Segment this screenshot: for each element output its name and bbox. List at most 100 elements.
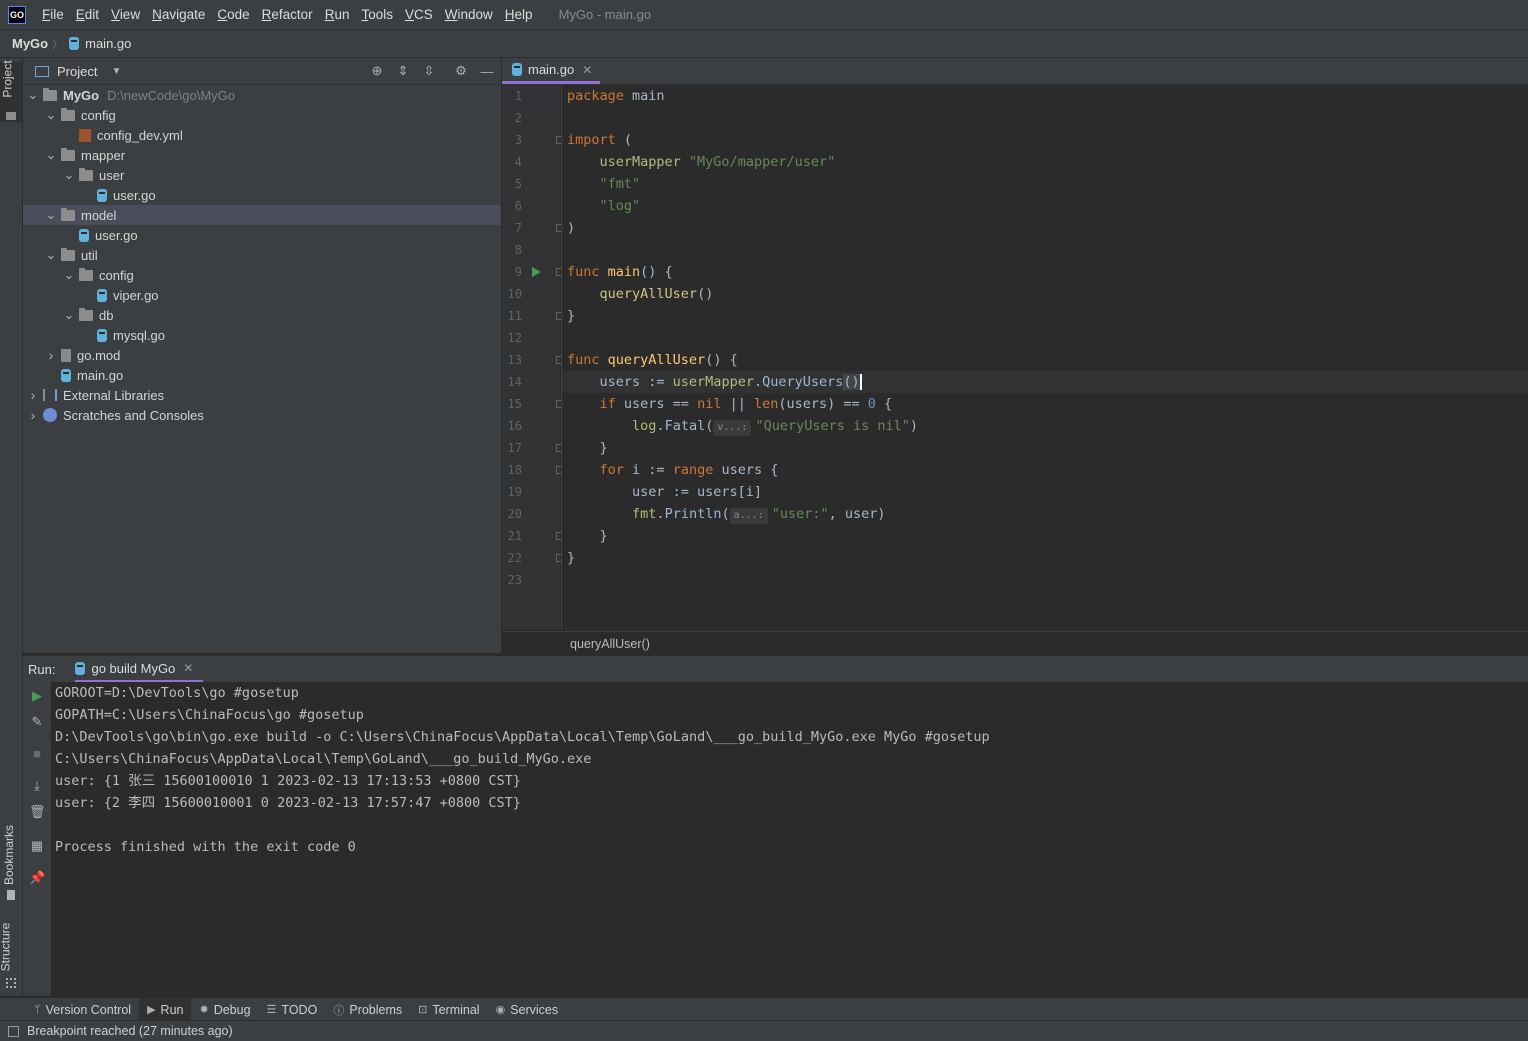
menu-run[interactable]: Run — [319, 0, 356, 29]
yml-file-icon — [79, 128, 91, 142]
breadcrumb-project[interactable]: MyGo — [12, 36, 48, 51]
chevron-down-icon[interactable]: ⌄ — [45, 208, 57, 221]
collapse-all-icon[interactable]: ⇳ — [421, 63, 437, 79]
scroll-to-end-icon[interactable]: ⤓ — [29, 778, 45, 794]
stop-icon[interactable]: ■ — [29, 746, 45, 762]
parameter-hint: a...: — [729, 508, 768, 524]
toolwindow-todo[interactable]: ☰ TODO — [259, 998, 326, 1021]
tree-item-label: mapper — [81, 147, 126, 163]
toolwindow-label: Debug — [213, 1002, 251, 1017]
line-number: 7 — [514, 221, 522, 235]
menu-mnemonic: E — [75, 7, 85, 22]
menu-help[interactable]: Help — [499, 0, 539, 29]
chevron-right-icon[interactable]: › — [27, 387, 39, 403]
menu-vcs[interactable]: VCS — [399, 0, 439, 29]
tree-item[interactable]: config_dev.yml — [23, 125, 501, 145]
status-message: Breakpoint reached (27 minutes ago) — [27, 1024, 233, 1038]
close-icon[interactable]: ✕ — [183, 661, 193, 675]
chevron-down-icon[interactable]: ▼ — [111, 66, 121, 77]
run-console-output[interactable]: GOROOT=D:\DevTools\go #gosetup GOPATH=C:… — [52, 682, 1528, 996]
toolwindow-terminal[interactable]: ⊡ Terminal — [410, 998, 487, 1021]
toolwindow-version-control[interactable]: ᛘ Version Control — [26, 998, 139, 1021]
menu-navigate[interactable]: Navigate — [146, 0, 211, 29]
tree-item[interactable]: user.go — [23, 225, 501, 245]
project-panel-title[interactable]: Project — [57, 64, 97, 79]
status-toggle-icon[interactable] — [8, 1025, 19, 1037]
close-icon[interactable]: ✕ — [582, 63, 592, 77]
tree-item[interactable]: user.go — [23, 185, 501, 205]
tree-item[interactable]: ⌄ model — [23, 205, 501, 225]
editor-breadcrumb-function[interactable]: queryAllUser() — [570, 637, 650, 651]
gear-icon[interactable]: ⚙ — [453, 63, 469, 79]
tree-item[interactable]: ⌄ config — [23, 105, 501, 125]
chevron-down-icon[interactable]: ⌄ — [45, 148, 57, 161]
menu-edit[interactable]: Edit — [70, 0, 105, 29]
wrench-icon[interactable]: ✎ — [29, 714, 45, 730]
menu-refactor[interactable]: Refactor — [256, 0, 319, 29]
code-editor[interactable]: package main import ( userMapper "MyGo/m… — [561, 85, 1528, 630]
code-line-17: } — [567, 440, 608, 456]
tree-item[interactable]: mysql.go — [23, 325, 501, 345]
tree-item[interactable]: ⌄ user — [23, 165, 501, 185]
chevron-down-icon[interactable]: ⌄ — [45, 108, 57, 121]
pin-icon[interactable]: 📌 — [29, 870, 45, 886]
tree-item[interactable]: › External Libraries — [23, 385, 501, 405]
tree-item[interactable]: viper.go — [23, 285, 501, 305]
breadcrumb-file[interactable]: main.go — [85, 36, 131, 51]
run-gutter-icon[interactable] — [532, 267, 541, 277]
menu-view[interactable]: View — [105, 0, 146, 29]
tree-item[interactable]: ⌄ util — [23, 245, 501, 265]
menu-mnemonic: R — [324, 7, 335, 22]
line-number: 4 — [514, 155, 522, 169]
toolwindow-debug[interactable]: ✹ Debug — [191, 998, 258, 1021]
chevron-down-icon[interactable]: ⌄ — [45, 248, 57, 261]
tree-item[interactable]: main.go — [23, 365, 501, 385]
go-file-icon — [79, 228, 89, 242]
navigation-bar: MyGo 〉 main.go — [0, 30, 1528, 58]
tree-item[interactable]: › go.mod — [23, 345, 501, 365]
tree-item[interactable]: ⌄ db — [23, 305, 501, 325]
menu-label: avigate — [161, 7, 206, 22]
layout-icon[interactable]: ▦ — [29, 838, 45, 854]
toolwindow-services[interactable]: ◉ Services — [488, 998, 567, 1021]
tree-item[interactable]: ⌄ mapper — [23, 145, 501, 165]
menu-file[interactable]: File — [36, 0, 70, 29]
run-tab-go-build[interactable]: go build MyGo ✕ — [75, 656, 204, 683]
editor-tab-main-go[interactable]: main.go ✕ — [502, 58, 600, 84]
toolwindow-label: TODO — [281, 1002, 318, 1017]
chevron-down-icon[interactable]: ⌄ — [63, 268, 75, 281]
line-number: 18 — [507, 463, 522, 477]
chevron-right-icon[interactable]: › — [27, 407, 39, 423]
tool-window-bar: ᛘ Version Control ▶ Run ✹ Debug ☰ TODO ⓘ Prob… — [0, 997, 1528, 1021]
editor-gutter[interactable]: 1 2 3 4 5 6 7 8 9 10 11 12 13 14 15 16 17 18 19 20 21 22 23 — [502, 85, 564, 630]
tree-item[interactable]: › Scratches and Consoles — [23, 405, 501, 425]
project-tool-tab[interactable]: Project — [0, 60, 22, 122]
expand-all-icon[interactable]: ⇕ — [395, 63, 411, 79]
menu-code[interactable]: Code — [211, 0, 255, 29]
trash-icon[interactable]: 🗑 — [29, 804, 46, 820]
status-bar: Breakpoint reached (27 minutes ago) — [0, 1020, 1528, 1041]
minimize-icon[interactable]: — — [479, 63, 495, 79]
structure-tool-tab[interactable]: Structure — [0, 916, 22, 988]
menu-window[interactable]: Window — [439, 0, 499, 29]
bookmarks-tool-tab[interactable]: Bookmarks — [0, 818, 22, 902]
chevron-down-icon[interactable]: ⌄ — [63, 308, 75, 321]
bookmark-icon — [7, 890, 15, 900]
bug-icon: ✹ — [199, 1004, 209, 1016]
tree-item[interactable]: ⌄ MyGo D:\newCode\go\MyGo — [23, 85, 501, 105]
code-line-1: package main — [567, 88, 665, 104]
toolwindow-problems[interactable]: ⓘ Problems — [325, 998, 410, 1021]
console-line: user: {1 张三 15600100010 1 2023-02-13 17:… — [55, 773, 521, 789]
menu-tools[interactable]: Tools — [355, 0, 399, 29]
tree-item[interactable]: ⌄ config — [23, 265, 501, 285]
locate-icon[interactable]: ⊕ — [369, 63, 385, 79]
chevron-down-icon[interactable]: ⌄ — [27, 88, 39, 101]
toolwindow-run[interactable]: ▶ Run — [139, 998, 192, 1021]
chevron-down-icon[interactable]: ⌄ — [63, 168, 75, 181]
rerun-icon[interactable]: ▶ — [29, 688, 45, 704]
tree-item-label: viper.go — [113, 287, 159, 303]
chevron-right-icon[interactable]: › — [45, 347, 57, 363]
code-line-11: } — [567, 308, 576, 324]
go-file-icon — [75, 661, 86, 675]
line-number: 6 — [514, 199, 522, 213]
